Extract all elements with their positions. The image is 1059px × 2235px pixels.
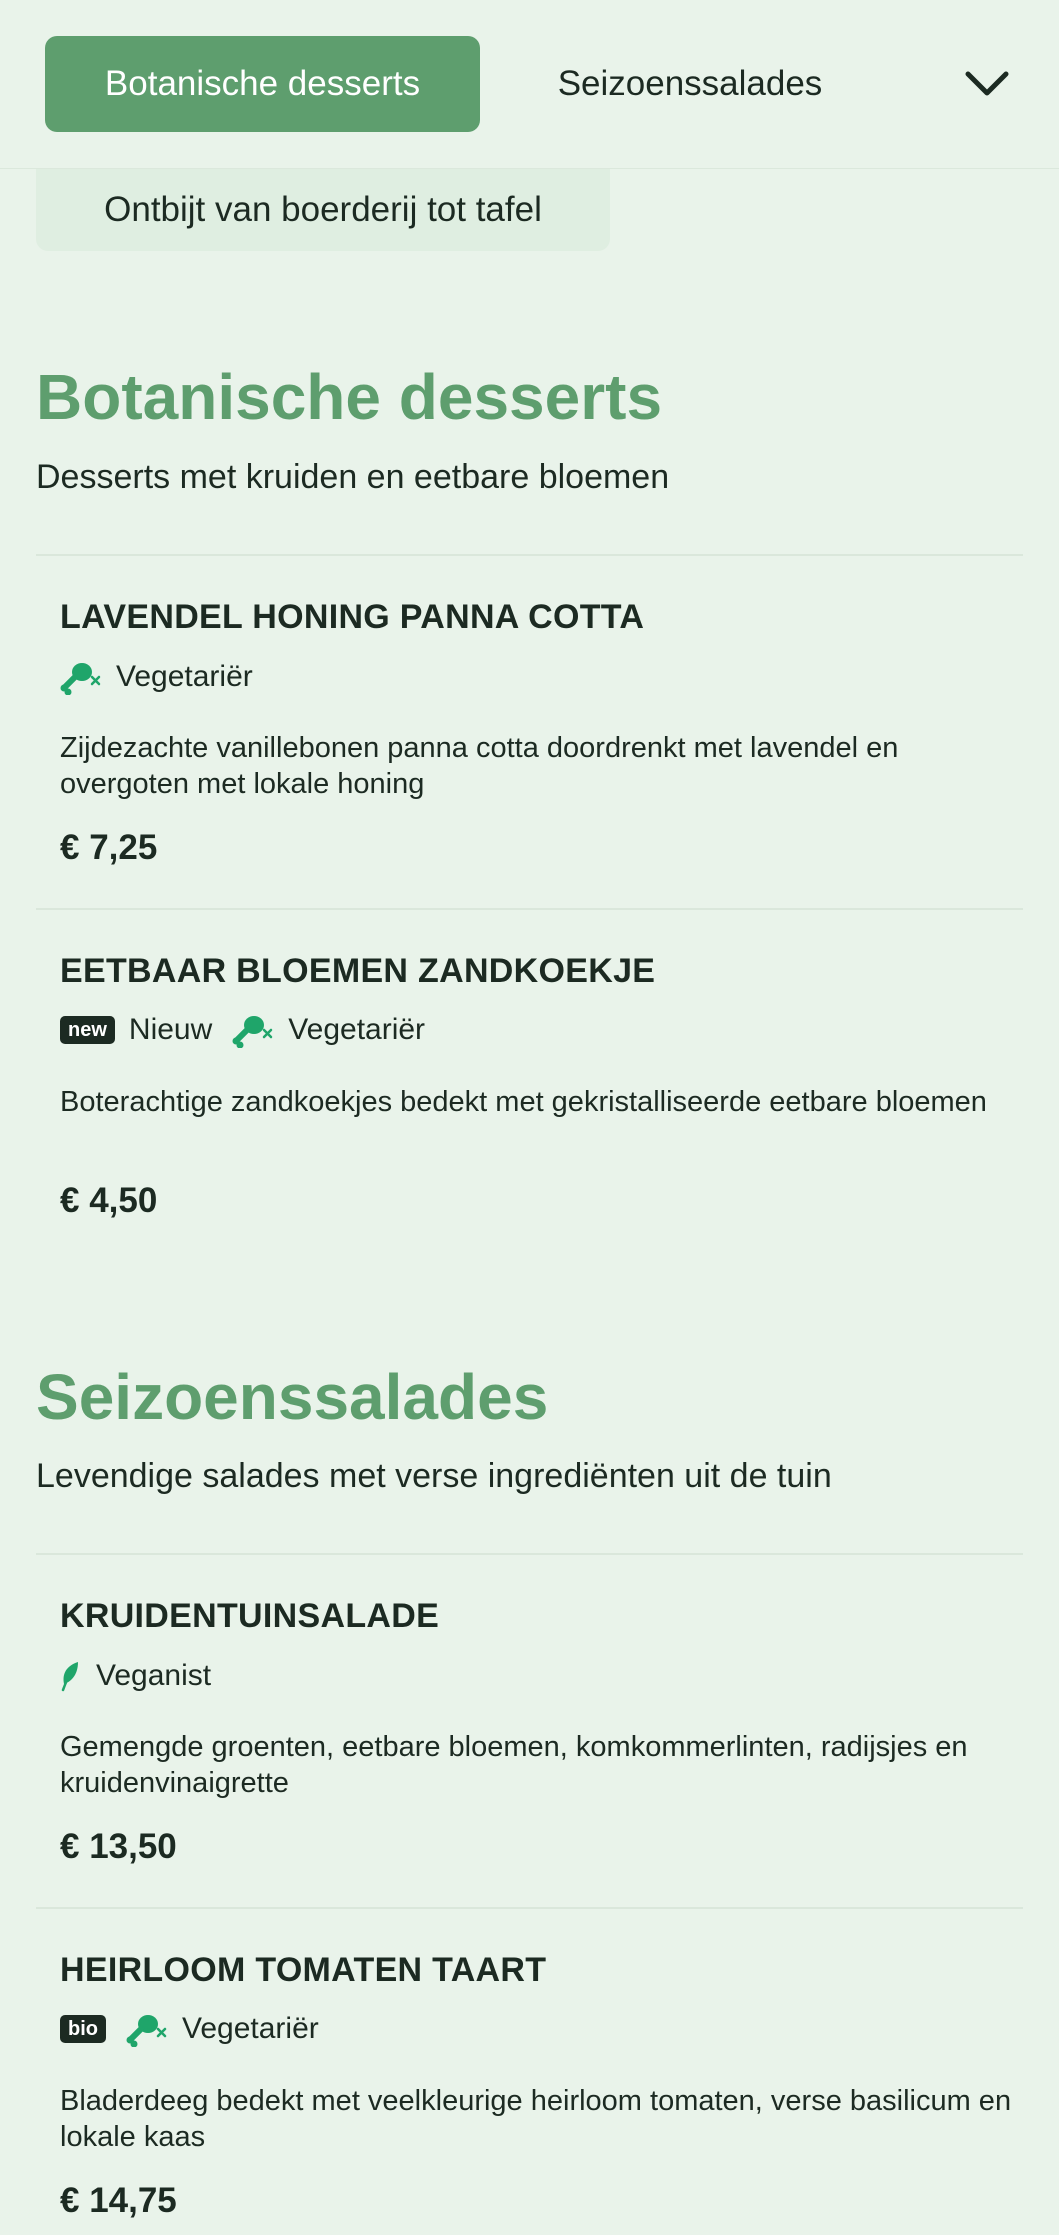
tag-label: Veganist (96, 1659, 212, 1692)
bio-badge: bio (60, 2015, 106, 2043)
leaf-icon (61, 1662, 78, 1692)
menu-item-tags: Vegetariër (60, 655, 273, 699)
new-badge: new (60, 1016, 115, 1044)
divider (36, 1553, 1023, 1555)
menu-item-name: LAVENDEL HONING PANNA COTTA (60, 598, 645, 636)
tag-vegan: Veganist (60, 1659, 211, 1693)
chevron-down-icon[interactable] (960, 60, 1014, 108)
section-subtitle: Levendige salades met verse ingrediënten… (36, 1457, 832, 1495)
menu-item-description: Bladerdeeg bedekt met veelkleurige heirl… (60, 2085, 1012, 2153)
divider (36, 554, 1023, 556)
menu-item-tags: bio Vegetariër (60, 2007, 339, 2051)
menu-item-price: € 14,75 (60, 2181, 177, 2220)
category-nav: Botanische desserts Seizoenssalades (0, 0, 1059, 169)
divider (36, 908, 1023, 910)
menu-item-price: € 13,50 (60, 1827, 177, 1866)
tag-label: Vegetariër (116, 660, 253, 693)
menu-item-description: Gemengde groenten, eetbare bloemen, komk… (60, 1731, 968, 1799)
tag-label: Vegetariër (182, 2012, 319, 2045)
menu-item-description: Boterachtige zandkoekjes bedekt met gekr… (60, 1086, 987, 1118)
tag-vegetarian: Vegetariër (232, 1012, 425, 1048)
section-subtitle: Desserts met kruiden en eetbare bloemen (36, 458, 670, 496)
menu-item-price: € 7,25 (60, 828, 158, 867)
tag-bio: bio (60, 2015, 120, 2043)
menu-item-price: € 4,50 (60, 1181, 158, 1220)
tag-label: Nieuw (128, 1013, 213, 1046)
tab-seizoenssalades[interactable]: Seizoenssalades (530, 36, 850, 132)
section-title: Botanische desserts (36, 361, 663, 433)
tag-label: Vegetariër (288, 1013, 426, 1046)
tag-new: new Nieuw (60, 1013, 212, 1047)
drumstick-crossed-icon (232, 1016, 273, 1048)
tab-ontbijt[interactable]: Ontbijt van boerderij tot tafel (36, 169, 610, 251)
tag-vegetarian: Vegetariër (60, 659, 253, 695)
menu-item-name: KRUIDENTUINSALADE (60, 1597, 440, 1635)
drumstick-crossed-icon (60, 663, 101, 695)
section-title: Seizoenssalades (36, 1361, 549, 1433)
tag-vegetarian: Vegetariër (126, 2011, 319, 2047)
drumstick-crossed-icon (126, 2015, 167, 2047)
menu-item-name: EETBAAR BLOEMEN ZANDKOEKJE (60, 952, 656, 990)
menu-item-name: HEIRLOOM TOMATEN TAART (60, 1951, 547, 1989)
menu-item-tags: new Nieuw Vegetariër (60, 1008, 445, 1052)
divider (36, 1907, 1023, 1909)
tab-botanische-desserts[interactable]: Botanische desserts (45, 36, 480, 132)
menu-item-description: Zijdezachte vanillebonen panna cotta doo… (60, 732, 899, 800)
menu-item-tags: Veganist (60, 1654, 231, 1698)
